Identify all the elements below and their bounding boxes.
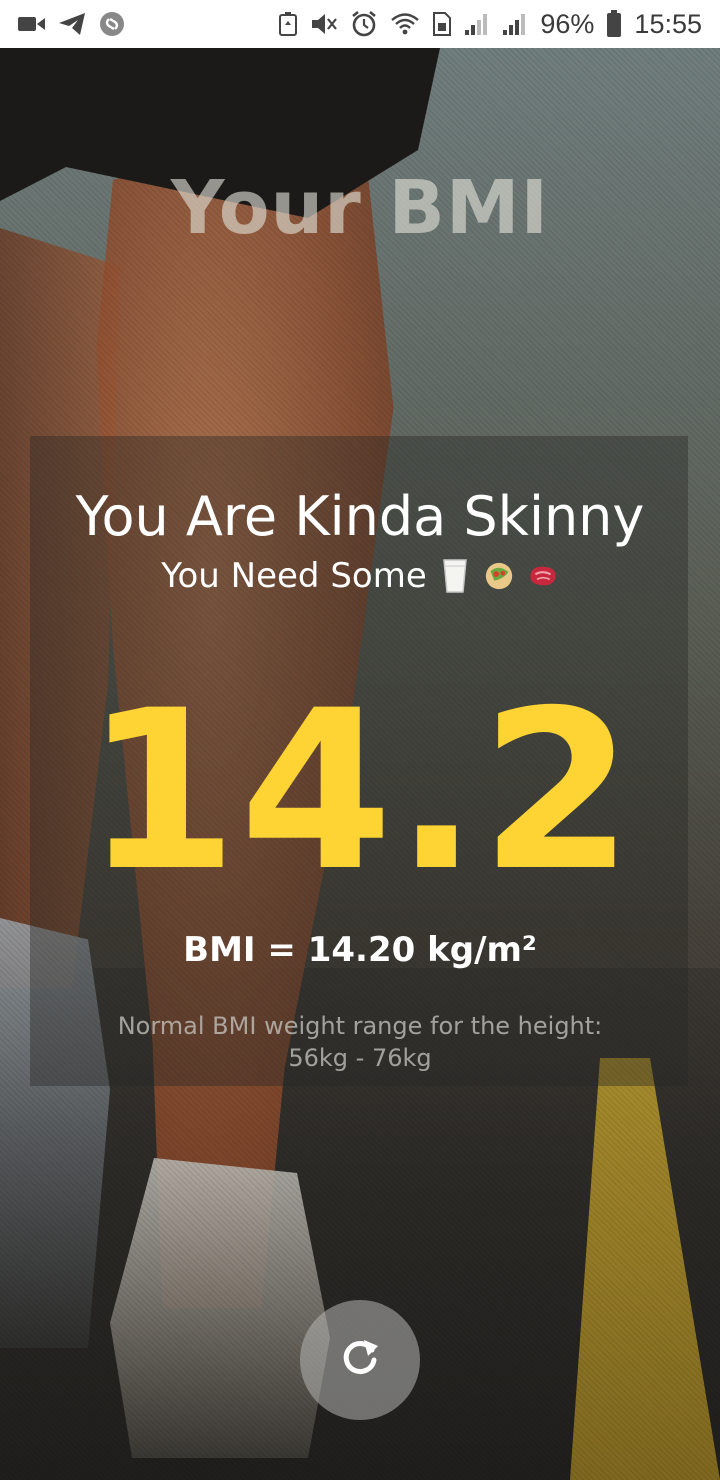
steak-icon <box>527 558 559 594</box>
wifi-icon <box>390 11 420 37</box>
status-bar: 96% 15:55 <box>0 0 720 48</box>
bmi-value: 14.2 <box>84 663 636 919</box>
burrito-icon <box>483 558 515 594</box>
sim-card-icon <box>432 11 452 37</box>
battery-saver-icon <box>278 11 298 37</box>
status-right-icons: 96% 15:55 <box>278 9 702 40</box>
bmi-formula: BMI = 14.20 kg/m² <box>183 930 537 970</box>
recalculate-button[interactable] <box>300 1300 420 1420</box>
battery-icon <box>606 10 622 38</box>
normal-range-value: 56kg - 76kg <box>288 1044 432 1072</box>
advice-line: You Need Some <box>0 556 720 596</box>
video-camera-icon <box>18 13 46 35</box>
alarm-icon <box>350 10 378 38</box>
shazam-icon <box>98 10 126 38</box>
telegram-icon <box>58 11 86 37</box>
signal-icon-1 <box>464 12 490 36</box>
bmi-status: You Are Kinda Skinny <box>75 485 645 548</box>
advice-text: You Need Some <box>161 556 427 596</box>
mute-icon <box>310 11 338 37</box>
battery-percent: 96% <box>540 8 595 39</box>
page-title: Your BMI <box>170 165 550 251</box>
normal-range-label: Normal BMI weight range for the height: <box>117 1012 603 1040</box>
clock: 15:55 <box>634 8 702 39</box>
normal-range: Normal BMI weight range for the height: … <box>0 1010 720 1074</box>
signal-icon-2 <box>502 12 528 36</box>
milk-glass-icon <box>439 558 471 594</box>
status-left-icons <box>18 10 126 38</box>
refresh-icon <box>338 1336 382 1385</box>
